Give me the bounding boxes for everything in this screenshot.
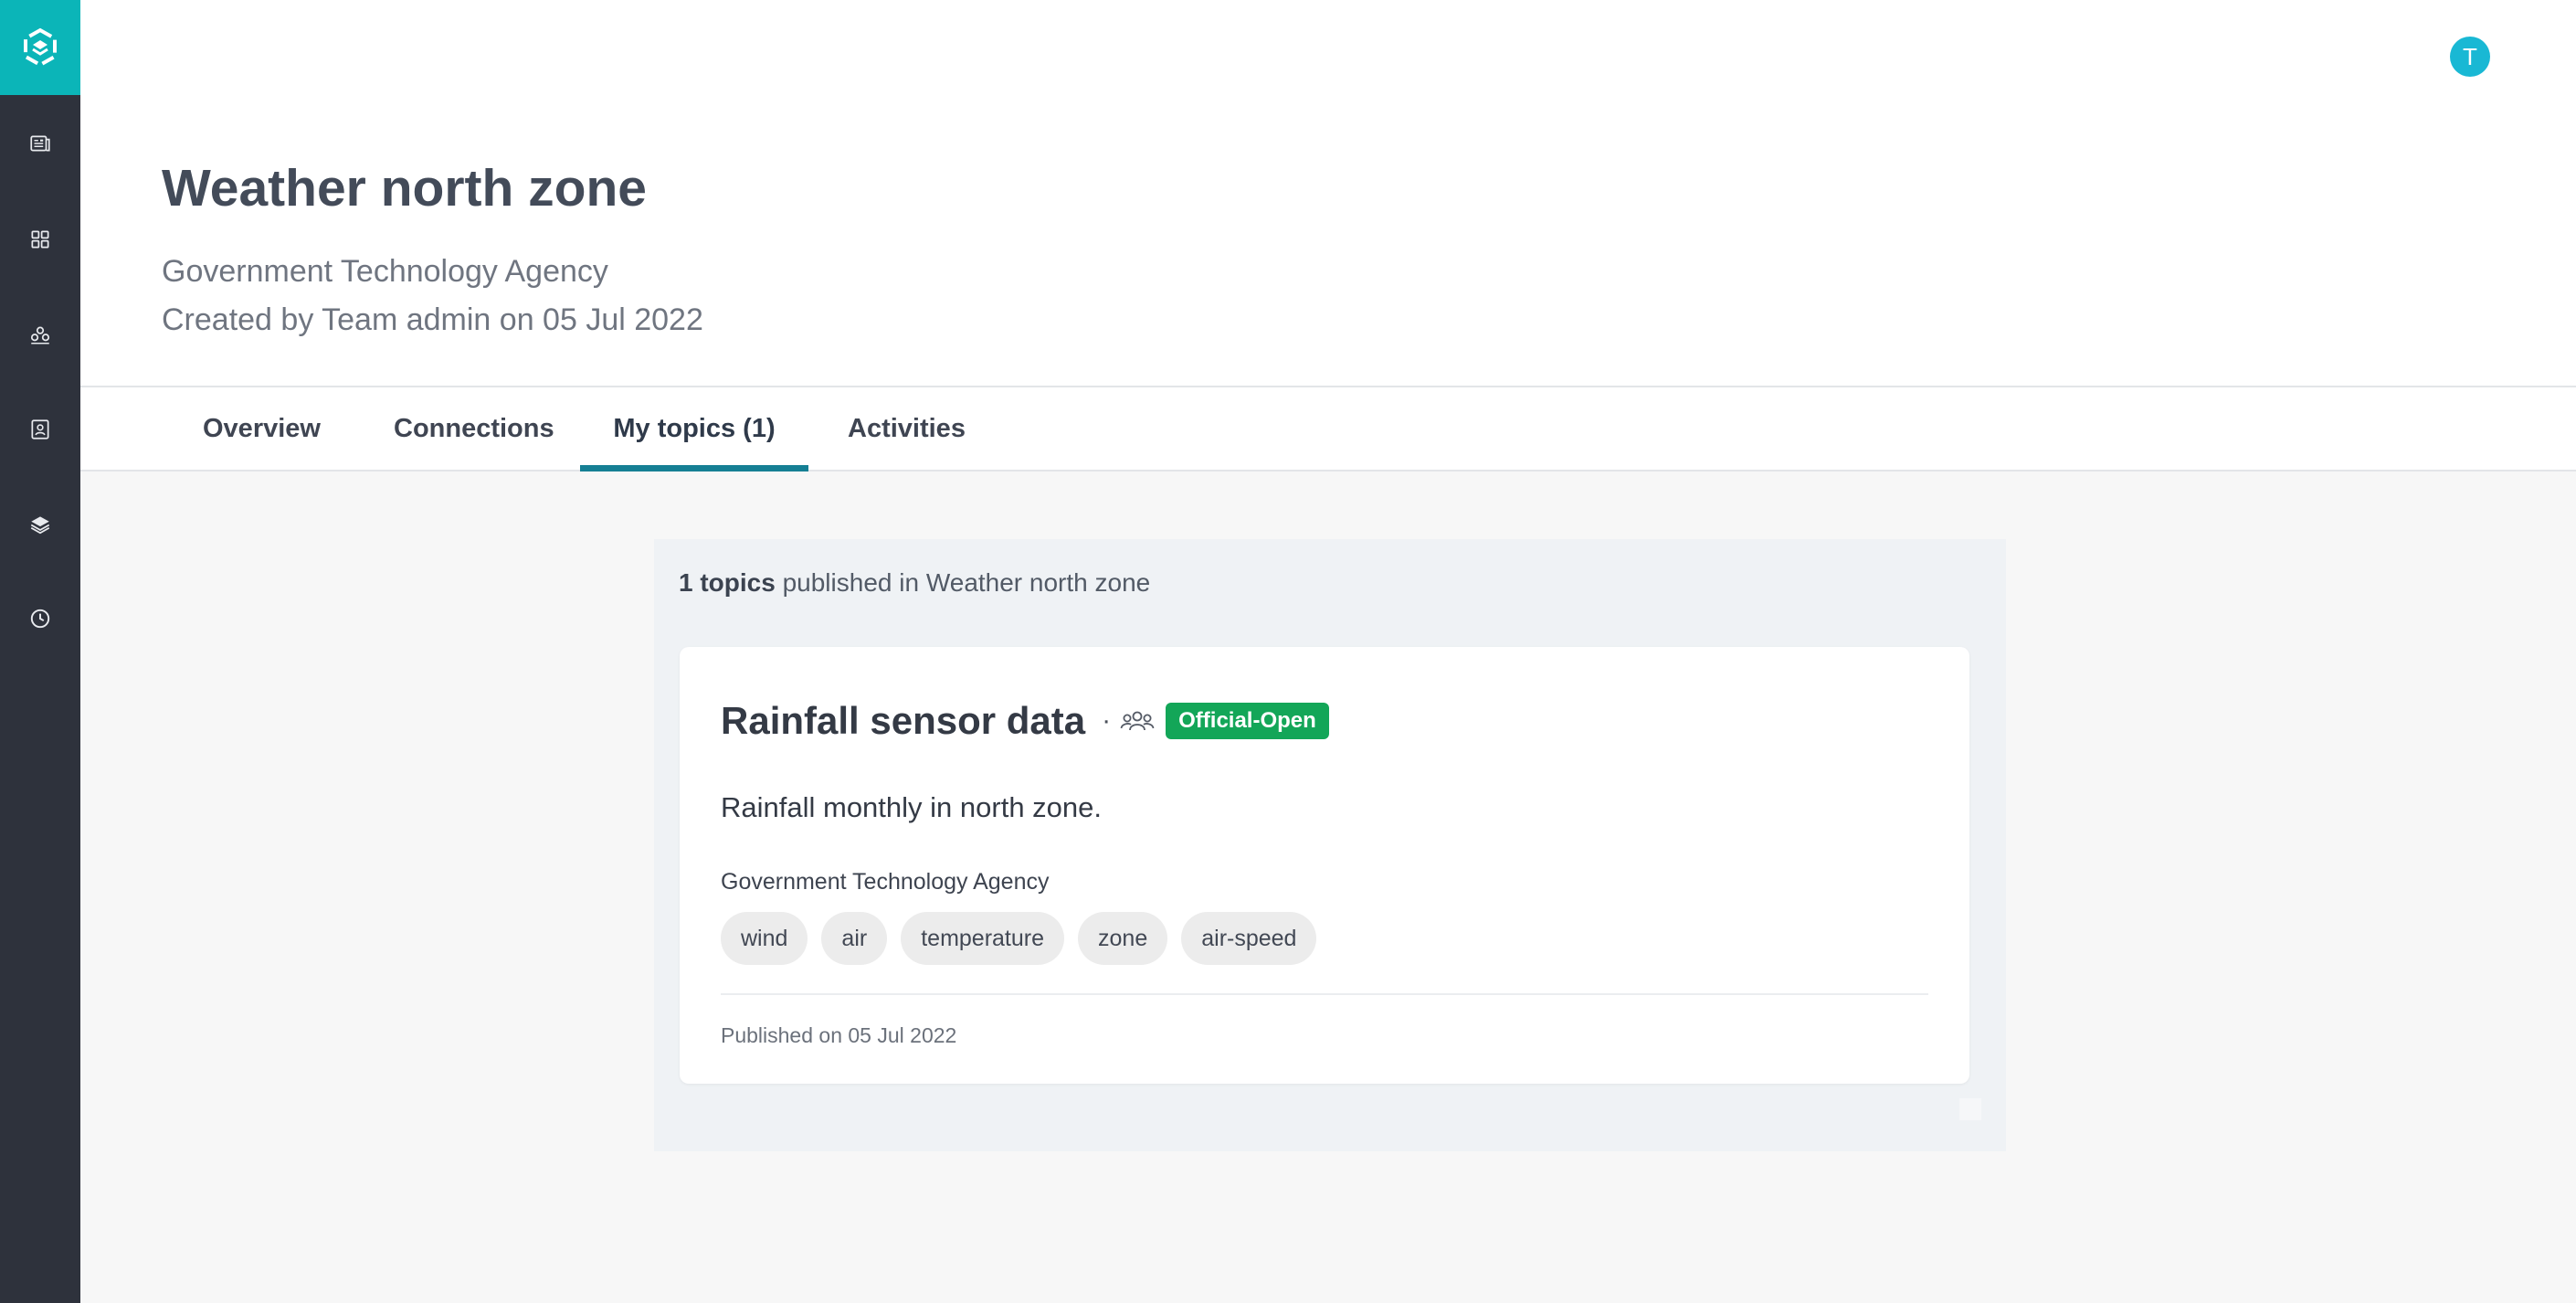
tab-my-topics[interactable]: My topics (1) [580, 387, 808, 471]
tab-activities[interactable]: Activities [848, 387, 966, 470]
sidebar-item-apps[interactable] [0, 203, 80, 276]
topic-card[interactable]: Rainfall sensor data · Official-Open Rai… [680, 647, 1969, 1084]
card-divider [721, 993, 1928, 995]
panel-corner-element [1959, 1098, 1981, 1120]
topic-tags: wind air temperature zone air-speed [721, 912, 1330, 965]
sidebar-item-history[interactable] [0, 582, 80, 655]
tag-chip[interactable]: zone [1078, 912, 1168, 965]
tag-chip[interactable]: air [821, 912, 888, 965]
tab-overview[interactable]: Overview [203, 387, 321, 470]
layers-icon [30, 516, 50, 535]
tab-bar: Overview Connections My topics (1) Activ… [80, 387, 2576, 471]
classification-badge: Official-Open [1166, 703, 1329, 739]
tag-chip[interactable]: air-speed [1181, 912, 1317, 965]
tab-connections[interactable]: Connections [394, 387, 554, 470]
logo-icon [24, 27, 57, 68]
topic-description: Rainfall monthly in north zone. [721, 791, 1103, 823]
topics-summary-text: published in Weather north zone [775, 568, 1151, 597]
topic-title-row: Rainfall sensor data · Official-Open [721, 702, 1329, 740]
topics-panel: 1 topics published in Weather north zone… [654, 539, 2006, 1151]
platform-logo[interactable] [0, 0, 80, 95]
sidebar-item-teams[interactable] [0, 298, 80, 371]
grid-icon [31, 230, 49, 249]
sidebar-item-catalog[interactable] [0, 107, 80, 180]
sidebar-item-layers[interactable] [0, 488, 80, 561]
title-separator: · [1102, 705, 1112, 736]
topics-summary: 1 topics published in Weather north zone [679, 570, 1150, 596]
teams-icon [30, 326, 50, 344]
topic-title[interactable]: Rainfall sensor data [721, 702, 1085, 740]
topics-count: 1 topics [679, 568, 776, 597]
organization-name: Government Technology Agency [162, 254, 608, 289]
sidebar-item-contacts[interactable] [0, 393, 80, 466]
page-header: T Weather north zone Government Technolo… [80, 0, 2576, 387]
sidebar [0, 0, 80, 1303]
created-info: Created by Team admin on 05 Jul 2022 [162, 302, 703, 337]
clock-icon [30, 609, 50, 629]
published-date: Published on 05 Jul 2022 [721, 1023, 957, 1047]
catalog-icon [30, 135, 50, 152]
topic-organization: Government Technology Agency [721, 869, 1050, 895]
group-icon [1120, 711, 1155, 731]
tag-chip[interactable]: temperature [901, 912, 1065, 965]
contact-card-icon [31, 419, 49, 440]
user-avatar[interactable]: T [2450, 37, 2490, 77]
tag-chip[interactable]: wind [721, 912, 808, 965]
page-title: Weather north zone [162, 159, 647, 217]
